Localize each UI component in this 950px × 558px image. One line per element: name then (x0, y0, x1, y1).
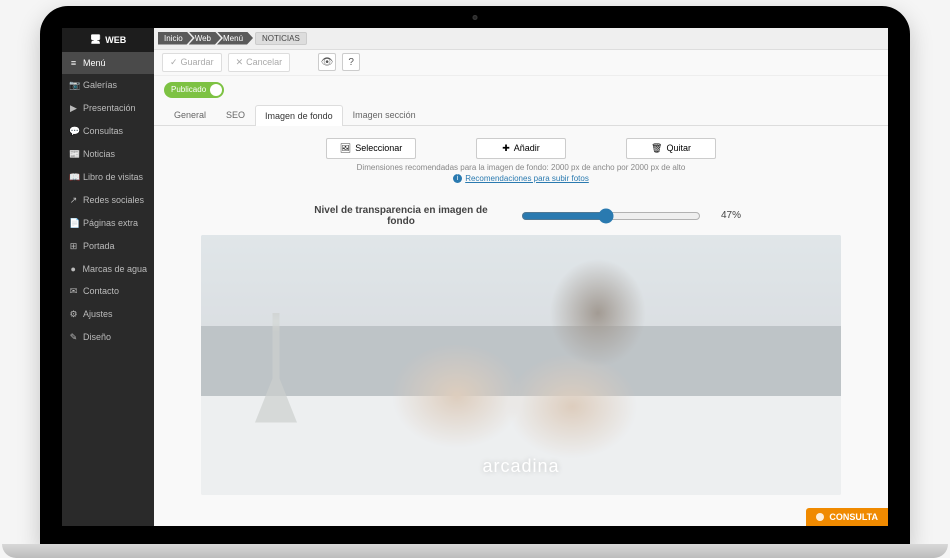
save-button[interactable]: ✓ Guardar (162, 53, 222, 72)
x-icon: ✕ (236, 57, 244, 68)
sidebar-item-label: Contacto (83, 286, 119, 296)
sidebar: 🖥 WEB ≡ Menú 📷 Galerías ▶ Presentación 💬 Consul… (62, 28, 154, 526)
sidebar-icon: ▶ (69, 103, 78, 114)
main-area: InicioWebMenúNOTICIAS ✓ Guardar ✕ Cancel… (154, 28, 888, 526)
laptop-frame: 🖥 WEB ≡ Menú 📷 Galerías ▶ Presentación 💬 Consul… (40, 6, 910, 546)
dimensions-hint: Dimensiones recomendadas para la imagen … (168, 163, 874, 172)
sidebar-item-label: Menú (83, 58, 106, 68)
sidebar-item-0[interactable]: ≡ Menú (62, 52, 154, 74)
tab-1[interactable]: SEO (216, 104, 255, 125)
sidebar-icon: 📷 (69, 80, 78, 91)
recommendations-label: Recomendaciones para subir fotos (465, 174, 589, 183)
publish-row: Publicado (154, 76, 888, 104)
sidebar-item-label: Ajustes (83, 309, 113, 319)
monitor-icon: 🖥 (90, 34, 101, 45)
sidebar-item-label: Diseño (83, 332, 111, 342)
sidebar-item-8[interactable]: ⊞ Portada (62, 235, 154, 258)
eye-icon: 👁 (321, 57, 334, 68)
sidebar-item-4[interactable]: 📰 Noticias (62, 143, 154, 166)
cancel-button[interactable]: ✕ Cancelar (228, 53, 291, 72)
plus-icon: ✚ (502, 143, 510, 154)
remove-image-button[interactable]: 🗑 Quitar (626, 138, 716, 159)
breadcrumb-item[interactable]: Web (189, 32, 221, 45)
sidebar-item-7[interactable]: 📄 Páginas extra (62, 212, 154, 235)
sidebar-item-2[interactable]: ▶ Presentación (62, 97, 154, 120)
tab-0[interactable]: General (164, 104, 216, 125)
sidebar-icon: ≡ (69, 58, 78, 68)
question-icon: ? (348, 57, 354, 68)
check-icon: ✓ (170, 57, 178, 68)
sidebar-item-11[interactable]: ⚙ Ajustes (62, 303, 154, 326)
sidebar-item-3[interactable]: 💬 Consultas (62, 120, 154, 143)
consult-label: CONSULTA (829, 512, 878, 522)
sidebar-item-label: Libro de visitas (83, 172, 143, 182)
tab-3[interactable]: Imagen sección (343, 104, 426, 125)
sidebar-item-label: Consultas (83, 126, 123, 136)
tab-content: 🖼 Seleccionar ✚ Añadir 🗑 Quitar Dimensio… (154, 126, 888, 526)
select-image-button[interactable]: 🖼 Seleccionar (326, 138, 416, 159)
image-action-row: 🖼 Seleccionar ✚ Añadir 🗑 Quitar (168, 138, 874, 159)
cancel-label: Cancelar (246, 57, 282, 67)
sidebar-item-6[interactable]: ↗ Redes sociales (62, 189, 154, 212)
sidebar-icon: ● (69, 264, 77, 274)
select-label: Seleccionar (355, 143, 402, 153)
sidebar-icon: 📖 (69, 172, 78, 183)
sidebar-icon: 📄 (69, 218, 78, 229)
toggle-knob (210, 84, 222, 96)
info-icon: i (453, 174, 462, 183)
sidebar-header: 🖥 WEB (62, 28, 154, 52)
recommendations-link[interactable]: i Recomendaciones para subir fotos (453, 174, 589, 183)
brand-label: WEB (105, 35, 126, 45)
sidebar-icon: 💬 (69, 126, 78, 137)
publish-label: Publicado (171, 85, 206, 94)
save-label: Guardar (181, 57, 214, 67)
tabs: GeneralSEOImagen de fondoImagen sección (154, 104, 888, 126)
transparency-slider[interactable] (521, 208, 701, 224)
sidebar-icon: ⊞ (69, 241, 78, 252)
consult-button[interactable]: CONSULTA (806, 508, 888, 526)
transparency-row: Nivel de transparencia en imagen de fond… (168, 205, 874, 227)
sidebar-item-12[interactable]: ✎ Diseño (62, 326, 154, 349)
sidebar-item-label: Galerías (83, 80, 117, 90)
sidebar-item-label: Presentación (83, 103, 136, 113)
sidebar-item-label: Redes sociales (83, 195, 144, 205)
transparency-value: 47% (721, 210, 741, 221)
sidebar-icon: ⚙ (69, 309, 78, 320)
sidebar-item-label: Páginas extra (83, 218, 138, 228)
tab-2[interactable]: Imagen de fondo (255, 105, 343, 126)
add-label: Añadir (514, 143, 540, 153)
breadcrumb-item[interactable]: Inicio (158, 32, 193, 45)
sidebar-item-label: Noticias (83, 149, 115, 159)
sidebar-icon: ✎ (69, 332, 78, 343)
help-button[interactable]: ? (342, 53, 360, 71)
sidebar-item-5[interactable]: 📖 Libro de visitas (62, 166, 154, 189)
sidebar-item-label: Marcas de agua (82, 264, 147, 274)
sidebar-item-label: Portada (83, 241, 115, 251)
sidebar-icon: 📰 (69, 149, 78, 160)
sidebar-item-1[interactable]: 📷 Galerías (62, 74, 154, 97)
remove-label: Quitar (666, 143, 691, 153)
sidebar-item-10[interactable]: ✉ Contacto (62, 280, 154, 303)
trash-icon: 🗑 (651, 143, 662, 154)
sidebar-item-9[interactable]: ● Marcas de agua (62, 258, 154, 280)
breadcrumb: InicioWebMenúNOTICIAS (154, 28, 888, 50)
watermark-text: arcadina (482, 456, 559, 477)
toolbar: ✓ Guardar ✕ Cancelar 👁 ? (154, 50, 888, 76)
preview-button[interactable]: 👁 (318, 53, 336, 71)
camera-dot (473, 15, 478, 20)
sidebar-icon: ↗ (69, 195, 78, 206)
app-screen: 🖥 WEB ≡ Menú 📷 Galerías ▶ Presentación 💬 Consul… (62, 28, 888, 526)
chat-icon (816, 513, 824, 521)
image-icon: 🖼 (340, 143, 351, 154)
add-image-button[interactable]: ✚ Añadir (476, 138, 566, 159)
transparency-label: Nivel de transparencia en imagen de fond… (301, 205, 501, 227)
background-image-preview: arcadina (201, 235, 841, 495)
breadcrumb-item: NOTICIAS (255, 32, 307, 45)
breadcrumb-item[interactable]: Menú (217, 32, 253, 45)
sidebar-icon: ✉ (69, 286, 78, 297)
publish-toggle[interactable]: Publicado (164, 82, 224, 98)
